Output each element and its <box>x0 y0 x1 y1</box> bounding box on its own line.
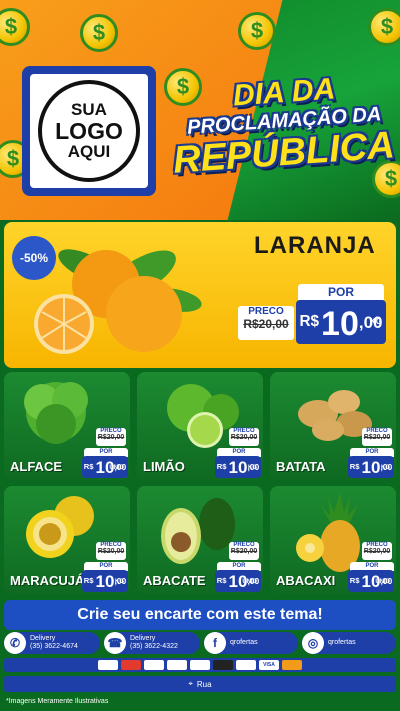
mastercard-icon <box>282 660 302 670</box>
old-price: PRECO R$20,00 <box>96 428 126 446</box>
card-icon <box>236 660 256 670</box>
coin-icon: $ <box>238 12 276 50</box>
disclaimer: *Imagens Meramente Ilustrativas <box>6 698 109 705</box>
orange-fruit-image <box>34 249 202 354</box>
old-price-value: R$20,00 <box>97 434 125 441</box>
contact-value: (35) 3622-4322 <box>130 643 178 650</box>
price-integer: 10 <box>228 458 248 477</box>
price-unit: UNID <box>242 579 257 585</box>
currency: R$ <box>349 461 360 471</box>
contact-value: qrofertas <box>328 639 356 646</box>
product-grid: ALFACE LIMÃO BATATA MARACUJÁ ABACATE ABA… <box>4 372 396 596</box>
contact-instagram[interactable]: ◎ qrofertas <box>302 632 396 654</box>
price-unit: KG <box>248 465 257 471</box>
header-banner: $ $ $ $ $ $ $ SUA LOGO AQUI DIA DA PROCL… <box>0 0 400 220</box>
address-text: Rua <box>196 679 212 689</box>
product-name: ALFACE <box>10 459 62 474</box>
new-price: R$ 10,00 KG <box>215 456 261 478</box>
product-name: MARACUJÁ <box>10 573 85 588</box>
new-price: R$ 10,00 UNID <box>348 570 394 592</box>
coin-icon: $ <box>368 8 400 46</box>
instagram-icon: ◎ <box>302 632 324 654</box>
logo-text: AQUI <box>67 142 111 162</box>
contact-value: (35) 3622-4674 <box>30 643 78 650</box>
old-price-value: R$20,00 <box>230 434 258 441</box>
currency: R$ <box>216 575 227 585</box>
old-price-value: R$20,00 <box>230 548 258 555</box>
address-bar[interactable]: ⌖ Rua <box>4 676 396 692</box>
old-price-value: R$20,00 <box>243 317 289 331</box>
new-price: R$ 10,00 UNID <box>82 456 128 478</box>
old-price-value: R$20,00 <box>363 434 391 441</box>
whatsapp-icon: ✆ <box>4 632 26 654</box>
new-price: R$ 10,00 KG <box>82 570 128 592</box>
payment-methods: VISA <box>4 658 396 672</box>
discount-badge: -50% <box>12 236 56 280</box>
contact-whatsapp[interactable]: ✆ Delivery (35) 3622-4674 <box>4 632 100 654</box>
contact-phone[interactable]: ☎ Delivery (35) 3622-4322 <box>104 632 200 654</box>
contact-label: Delivery <box>130 635 156 642</box>
price-integer: 10 <box>361 458 381 477</box>
logo-text: SUA <box>71 100 107 120</box>
old-price-value: R$20,00 <box>363 548 391 555</box>
price-unit: UNID <box>109 465 124 471</box>
contact-label: Delivery <box>30 635 56 642</box>
currency: R$ <box>299 312 320 330</box>
price-unit: KG <box>381 465 390 471</box>
phone-icon: ☎ <box>104 632 126 654</box>
currency: R$ <box>83 575 94 585</box>
price-integer: 10 <box>321 305 359 343</box>
card-icon <box>190 660 210 670</box>
old-price: PRECO R$20,00 <box>229 428 259 446</box>
contact-value: qrofertas <box>230 639 258 646</box>
product-name: LARANJA <box>254 232 376 259</box>
contact-bar: ✆ Delivery (35) 3622-4674 ☎ Delivery (35) … <box>0 632 400 654</box>
price-integer: 10 <box>95 572 115 591</box>
currency: R$ <box>216 461 227 471</box>
old-price-value: R$20,00 <box>97 548 125 555</box>
contact-facebook[interactable]: f qrofertas <box>204 632 298 654</box>
old-price: PRECO R$20,00 <box>362 428 392 446</box>
logo-text: LOGO <box>55 117 123 144</box>
featured-product[interactable]: -50% LARANJA POR PRECO R$20,00 R$ 10 ,00… <box>4 222 396 368</box>
page-title: DIA DA PROCLAMAÇÃO DA REPÚBLICA <box>172 62 396 188</box>
product-name: ABACATE <box>143 573 206 588</box>
new-price: R$ 10,00 KG <box>348 456 394 478</box>
new-price: R$ 10,00 UNID <box>215 570 261 592</box>
price-unit: KG <box>115 579 124 585</box>
location-pin-icon: ⌖ <box>188 679 193 688</box>
por-label: POR <box>298 284 384 300</box>
cta-button[interactable]: Crie seu encarte com este tema! <box>4 600 396 630</box>
currency: R$ <box>83 461 94 471</box>
old-price: PRECO R$20,00 <box>96 542 126 560</box>
product-name: LIMÃO <box>143 459 185 474</box>
old-price: PRECO R$20,00 <box>229 542 259 560</box>
old-price: PRECO R$20,00 <box>362 542 392 560</box>
coin-icon: $ <box>80 14 118 52</box>
card-icon <box>167 660 187 670</box>
product-name: BATATA <box>276 459 326 474</box>
old-price: PRECO R$20,00 <box>238 306 294 340</box>
new-price: R$ 10 ,00 KG <box>296 300 386 344</box>
logo-placeholder: SUA LOGO AQUI <box>22 66 156 196</box>
price-unit: KG <box>370 317 382 326</box>
price-unit: UNID <box>375 579 390 585</box>
card-icon <box>144 660 164 670</box>
price-label: PRECO <box>248 306 284 317</box>
card-icon <box>213 660 233 670</box>
card-icon <box>98 660 118 670</box>
facebook-icon: f <box>204 632 226 654</box>
logo-circle: SUA LOGO AQUI <box>38 80 140 182</box>
visa-icon: VISA <box>259 660 279 670</box>
currency: R$ <box>349 575 360 585</box>
card-icon <box>121 660 141 670</box>
product-name: ABACAXI <box>276 573 336 588</box>
